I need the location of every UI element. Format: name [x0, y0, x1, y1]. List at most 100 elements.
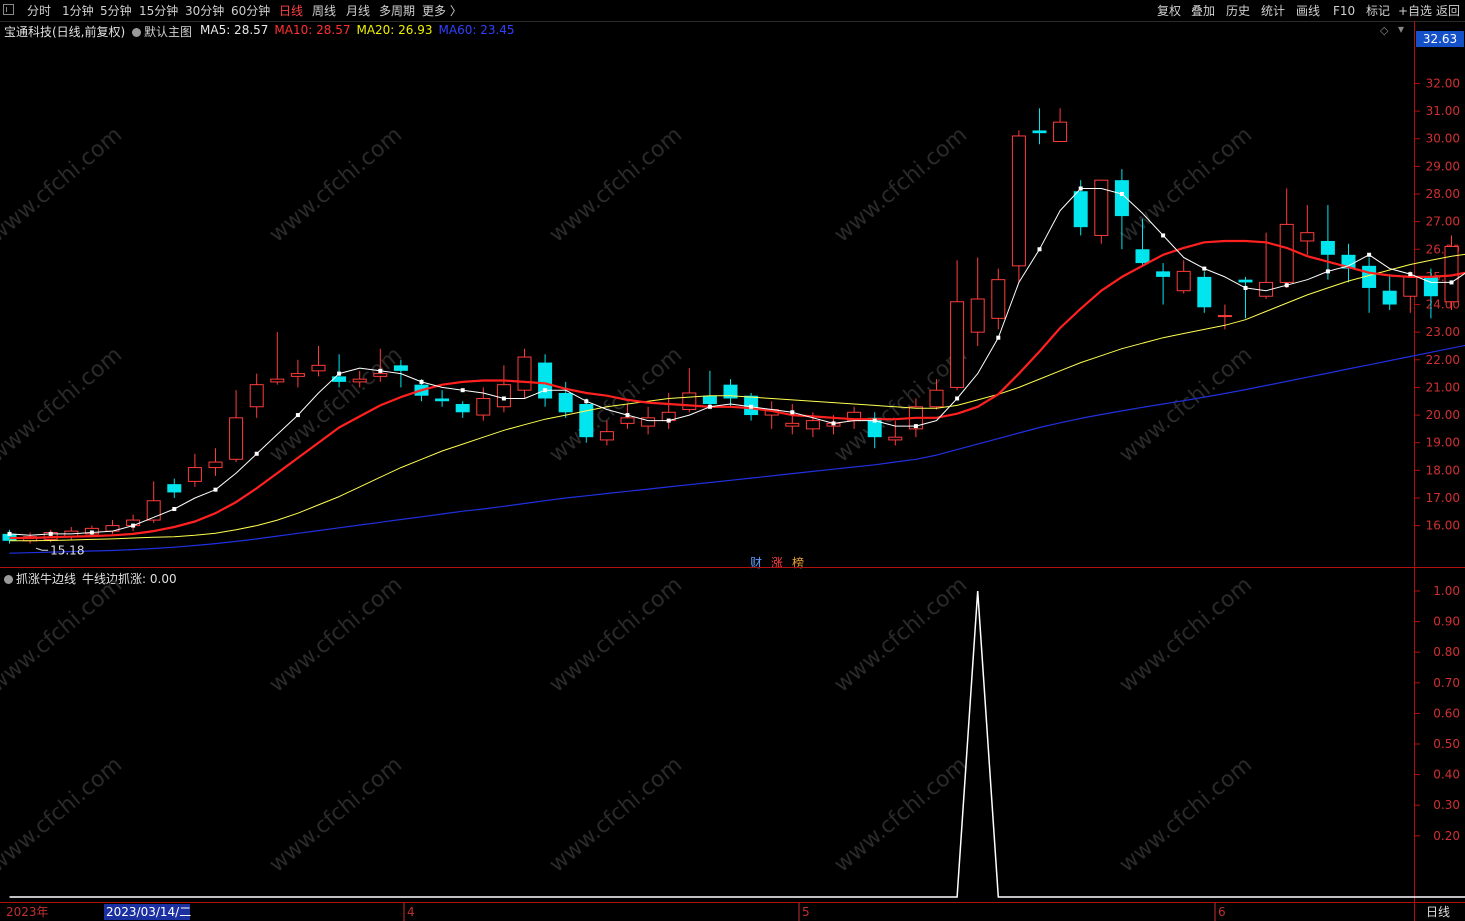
month-label: 4: [407, 905, 415, 919]
sub-tick-label: 0.70: [1433, 676, 1460, 690]
period-label: 日线: [1426, 905, 1450, 919]
watermark: www.cfchi.com: [265, 122, 407, 247]
watermark: www.cfchi.com: [0, 122, 127, 247]
candle-body: [1176, 270, 1191, 292]
price-tick-label: 19.00: [1426, 436, 1460, 450]
candle-body: [1279, 223, 1294, 283]
price-tick-label: 21.00: [1426, 380, 1460, 394]
candle-body: [1011, 135, 1026, 267]
ma5-line-dot: [831, 421, 836, 426]
candle-body: [599, 431, 614, 441]
candle-body: [249, 384, 264, 408]
cursor-date-label: 2023/03/14/二: [106, 905, 191, 919]
ma5-line-dot: [1202, 266, 1207, 271]
ma5-line-dot: [707, 404, 712, 409]
ma5-line-dot: [213, 487, 218, 492]
price-tick-label: 16.00: [1426, 519, 1460, 533]
watermark: www.cfchi.com: [265, 342, 407, 467]
watermark: www.cfchi.com: [265, 572, 407, 697]
ma5-line-dot: [1243, 285, 1248, 290]
ma5-line-dot: [89, 530, 94, 535]
kline-chart[interactable]: www.cfchi.com www.cfchi.com www.cfchi.com w…: [0, 0, 1465, 921]
ma5-line-dot: [584, 399, 589, 404]
candle-body: [1217, 315, 1232, 318]
ma5-line-dot: [996, 335, 1001, 340]
sub-tick-label: 0.80: [1433, 645, 1460, 659]
candle-body: [476, 397, 491, 416]
candle-body: [229, 417, 244, 460]
candle-body: [929, 389, 944, 408]
sub-tick-label: 0.60: [1433, 706, 1460, 720]
ma5-line-dot: [1161, 233, 1166, 238]
watermark: www.cfchi.com: [1115, 122, 1257, 247]
ma5-line-dot: [460, 388, 465, 393]
watermark: www.cfchi.com: [545, 752, 687, 877]
ma5-line-dot: [625, 413, 630, 418]
year-label: 2023年: [6, 905, 49, 919]
candle-body: [1320, 240, 1335, 255]
watermark: www.cfchi.com: [830, 752, 972, 877]
candle-body: [579, 404, 594, 438]
price-tick-label: 31.00: [1426, 104, 1460, 118]
candle-body: [455, 404, 470, 413]
month-label: 5: [802, 905, 810, 919]
price-tick-label: 18.00: [1426, 463, 1460, 477]
price-tick-label: 23.00: [1426, 325, 1460, 339]
candle-body: [270, 378, 285, 383]
candle-body: [187, 467, 202, 482]
sub-tick-label: 0.20: [1433, 829, 1460, 843]
watermark: www.cfchi.com: [545, 122, 687, 247]
sub-tick-label: 0.50: [1433, 737, 1460, 751]
candle-body: [435, 398, 450, 402]
ma60-line: [9, 344, 1465, 554]
watermark: www.cfchi.com: [1115, 342, 1257, 467]
ma5-line-dot: [955, 396, 960, 401]
candle-body: [311, 364, 326, 372]
ma5-line-dot: [254, 451, 259, 456]
ma20-line: [9, 253, 1465, 542]
ma5-line-dot: [48, 531, 53, 536]
candle-body: [888, 436, 903, 441]
ma5-line: [9, 188, 1465, 536]
candle-body: [970, 298, 985, 333]
candle-body: [950, 301, 965, 388]
candle-body: [352, 378, 367, 383]
ma5-line-dot: [1449, 280, 1454, 285]
ma5-line-dot: [337, 371, 342, 376]
low-marker-label: 15.18: [50, 543, 84, 557]
candle-body: [785, 422, 800, 427]
ma5-line-dot: [790, 410, 795, 415]
ma5-line-dot: [501, 396, 506, 401]
price-tick-label: 17.00: [1426, 491, 1460, 505]
candle-body: [496, 384, 511, 408]
candle-body: [805, 420, 820, 430]
price-tick-label: 22.00: [1426, 353, 1460, 367]
candle-body: [702, 395, 717, 405]
candle-body: [332, 376, 347, 382]
candle-body: [517, 356, 532, 391]
ma5-line-dot: [913, 424, 918, 429]
candle-body: [167, 484, 182, 493]
sub-tick-label: 0.30: [1433, 798, 1460, 812]
candle-body: [373, 373, 388, 377]
candle-body: [393, 365, 408, 371]
ma5-line-dot: [7, 531, 12, 536]
sub-tick-label: 0.90: [1433, 615, 1460, 629]
watermark: www.cfchi.com: [545, 572, 687, 697]
price-tick-label: 30.00: [1426, 132, 1460, 146]
candle-body: [1156, 271, 1171, 277]
candle-body: [1073, 191, 1088, 228]
price-tick-label: 32.00: [1426, 76, 1460, 90]
candle-body: [1382, 290, 1397, 305]
ma5-line-dot: [172, 507, 177, 512]
candle-body: [1053, 121, 1068, 142]
price-tick-label: 27.00: [1426, 215, 1460, 229]
candle-body: [1423, 276, 1438, 297]
candle-body: [1238, 279, 1253, 283]
ma5-line-dot: [378, 368, 383, 373]
candle-body: [682, 392, 697, 411]
ma5-line-dot: [295, 413, 300, 418]
ma5-line-dot: [666, 418, 671, 423]
ma5-line-dot: [1408, 272, 1413, 277]
watermark: www.cfchi.com: [1115, 572, 1257, 697]
